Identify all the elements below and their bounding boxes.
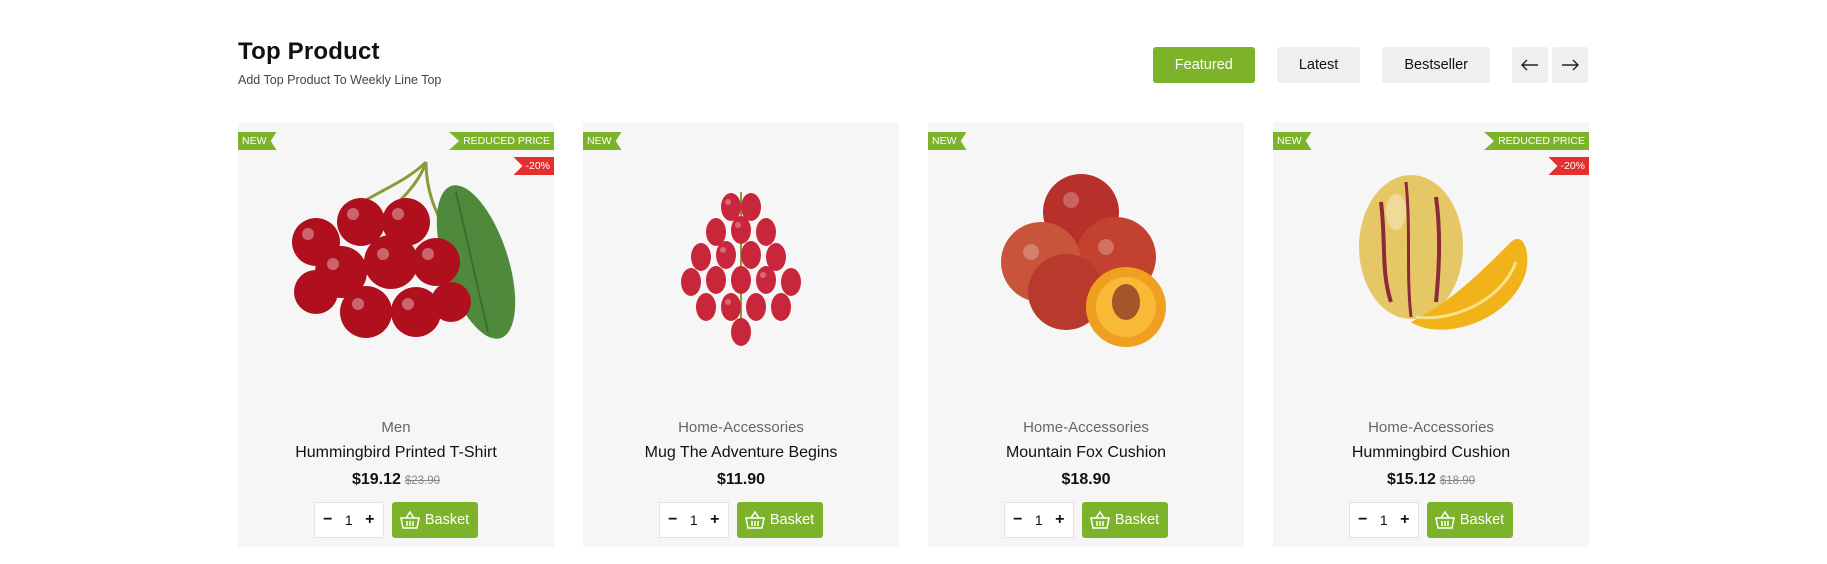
product-name[interactable]: Mug The Adventure Begins (583, 444, 899, 462)
product-category[interactable]: Men (238, 419, 554, 436)
quantity-stepper: − 1 + (313, 502, 384, 538)
minus-icon[interactable]: − (321, 511, 335, 529)
product-image-cherries[interactable] (238, 122, 554, 402)
product-image-grapes[interactable] (583, 122, 899, 402)
arrow-right-icon (1562, 59, 1579, 71)
next-button[interactable] (1552, 47, 1588, 83)
basket-icon (744, 511, 765, 529)
top-product-section: Top Product Add Top Product To Weekly Li… (238, 0, 1589, 564)
product-price: $15.12 (1386, 471, 1436, 488)
quantity-value[interactable]: 1 (690, 512, 698, 528)
basket-icon (1434, 511, 1455, 529)
add-to-basket-button[interactable]: Basket (736, 502, 824, 538)
product-price: $19.12 (351, 471, 401, 488)
add-to-basket-button[interactable]: Basket (391, 502, 479, 538)
badge-reduced-price: REDUCED PRICE (1484, 132, 1589, 150)
tab-latest[interactable]: Latest (1276, 47, 1361, 83)
product-category[interactable]: Home-Accessories (1273, 419, 1589, 436)
basket-icon (399, 511, 420, 529)
card-actions: − 1 + Basket (928, 502, 1244, 538)
quantity-stepper: − 1 + (1003, 502, 1074, 538)
card-actions: − 1 + Basket (1273, 502, 1589, 538)
product-image-pepino-melon[interactable] (1273, 122, 1589, 402)
add-to-basket-button[interactable]: Basket (1081, 502, 1169, 538)
quantity-value[interactable]: 1 (1380, 512, 1388, 528)
minus-icon[interactable]: − (666, 511, 680, 529)
product-old-price: $18.90 (1439, 475, 1476, 487)
product-name[interactable]: Mountain Fox Cushion (928, 444, 1244, 462)
plus-icon[interactable]: + (1053, 511, 1067, 529)
quantity-stepper: − 1 + (658, 502, 729, 538)
product-card[interactable]: NEW REDUCED PRICE -20% Home-Accessories … (1273, 122, 1589, 547)
quantity-value[interactable]: 1 (345, 512, 353, 528)
arrow-left-icon (1521, 59, 1538, 71)
product-card[interactable]: NEW Home-Accessories Mountain Fox Cushio… (928, 122, 1244, 547)
add-to-basket-button[interactable]: Basket (1426, 502, 1514, 538)
minus-icon[interactable]: − (1011, 511, 1025, 529)
plus-icon[interactable]: + (708, 511, 722, 529)
minus-icon[interactable]: − (1356, 511, 1370, 529)
tab-featured[interactable]: Featured (1152, 47, 1255, 83)
basket-label: Basket (1459, 512, 1505, 528)
quantity-value[interactable]: 1 (1035, 512, 1043, 528)
card-actions: − 1 + Basket (583, 502, 899, 538)
price-row: $18.90 (928, 471, 1244, 489)
product-category[interactable]: Home-Accessories (928, 419, 1244, 436)
price-row: $15.12 $18.90 (1273, 471, 1589, 489)
badge-new: NEW (583, 132, 622, 150)
basket-label: Basket (769, 512, 815, 528)
section-title: Top Product (238, 38, 380, 65)
product-card[interactable]: NEW Home-Accessories Mug The Adventure B… (583, 122, 899, 547)
prev-button[interactable] (1512, 47, 1548, 83)
tab-bestseller[interactable]: Bestseller (1382, 47, 1490, 83)
product-name[interactable]: Hummingbird Printed T-Shirt (238, 444, 554, 462)
plus-icon[interactable]: + (1398, 511, 1412, 529)
product-name[interactable]: Hummingbird Cushion (1273, 444, 1589, 462)
product-image-peaches[interactable] (928, 122, 1244, 402)
basket-label: Basket (424, 512, 470, 528)
basket-label: Basket (1114, 512, 1160, 528)
product-grid: NEW REDUCED PRICE -20% Men Hummingbird P… (238, 122, 1589, 547)
product-card[interactable]: NEW REDUCED PRICE -20% Men Hummingbird P… (238, 122, 554, 547)
badge-new: NEW (928, 132, 967, 150)
carousel-nav (1512, 47, 1588, 83)
product-price: $11.90 (716, 471, 766, 488)
price-row: $19.12 $23.90 (238, 471, 554, 489)
price-row: $11.90 (583, 471, 899, 489)
badge-reduced-price: REDUCED PRICE (449, 132, 554, 150)
quantity-stepper: − 1 + (1348, 502, 1419, 538)
product-price: $18.90 (1061, 471, 1111, 488)
card-actions: − 1 + Basket (238, 502, 554, 538)
product-category[interactable]: Home-Accessories (583, 419, 899, 436)
section-subtitle: Add Top Product To Weekly Line Top (238, 73, 442, 87)
product-old-price: $23.90 (404, 475, 441, 487)
product-tabs: Featured Latest Bestseller (1152, 47, 1588, 83)
plus-icon[interactable]: + (363, 511, 377, 529)
basket-icon (1089, 511, 1110, 529)
badge-new: NEW (1273, 132, 1312, 150)
